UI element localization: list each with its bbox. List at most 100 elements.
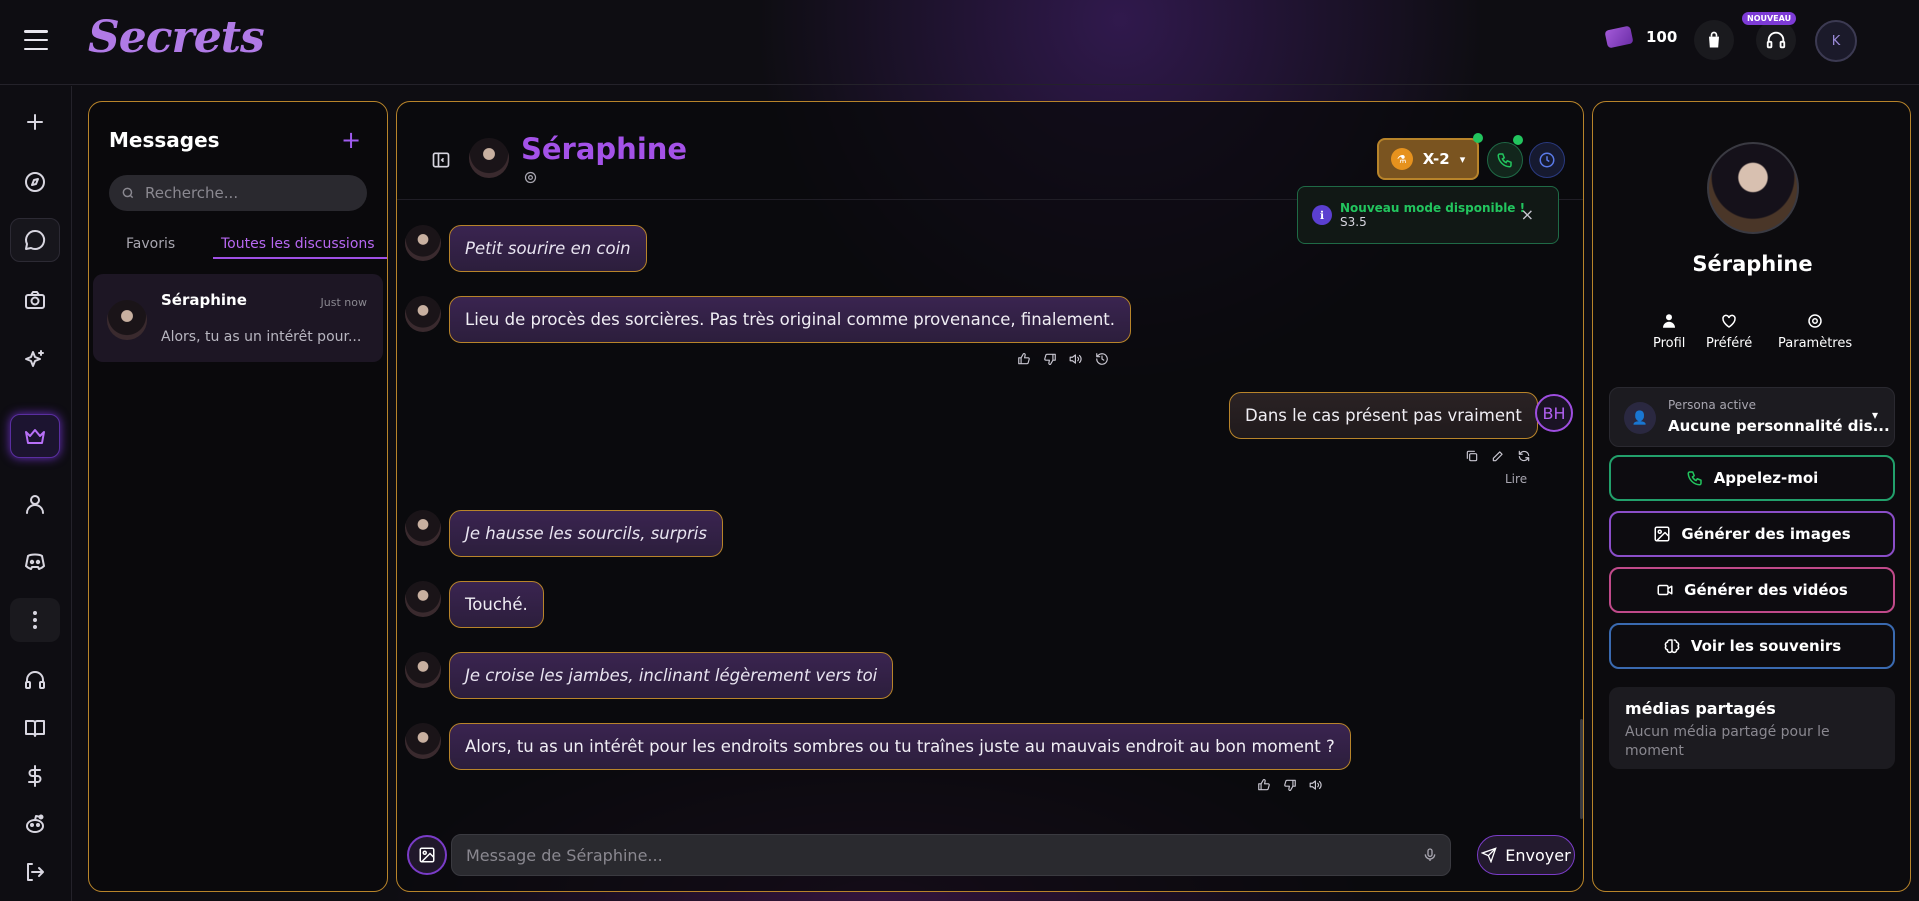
premium-nav[interactable] bbox=[10, 414, 60, 458]
thumbs-up-icon[interactable] bbox=[1257, 778, 1271, 792]
favorite-link[interactable]: Préféré bbox=[1706, 312, 1752, 351]
logout-nav[interactable] bbox=[10, 850, 60, 894]
character-settings-button[interactable] bbox=[523, 170, 538, 189]
discord-nav[interactable] bbox=[10, 540, 60, 584]
app-logo[interactable]: Secrets bbox=[88, 12, 265, 63]
chat-panel: Séraphine ⚗ X-2 ▾ ℹ Nouveau mode disponi… bbox=[396, 101, 1584, 892]
reddit-nav[interactable] bbox=[10, 802, 60, 846]
search-input[interactable]: Recherche... bbox=[109, 175, 367, 211]
edit-icon[interactable] bbox=[1491, 449, 1505, 463]
character-avatar[interactable] bbox=[469, 138, 509, 178]
conversation-name: Séraphine bbox=[161, 291, 247, 309]
image-plus-icon bbox=[1654, 526, 1670, 542]
gems-balance[interactable]: 100 bbox=[1604, 25, 1677, 49]
user-message-actions bbox=[1465, 449, 1531, 463]
explore-nav[interactable] bbox=[10, 160, 60, 204]
character-name: Séraphine bbox=[521, 132, 688, 166]
gem-icon bbox=[1604, 25, 1634, 49]
message-row: Touché. bbox=[405, 581, 544, 628]
history-icon[interactable] bbox=[1095, 352, 1109, 366]
chevron-down-icon: ▾ bbox=[1871, 408, 1878, 422]
persona-avatar-icon: 👤 bbox=[1624, 402, 1656, 434]
read-status[interactable]: Lire bbox=[1505, 472, 1527, 486]
message-actions bbox=[1257, 778, 1323, 792]
thumbs-down-icon[interactable] bbox=[1043, 352, 1057, 366]
menu-icon[interactable] bbox=[24, 30, 48, 50]
message-bubble: Lieu de procès des sorcières. Pas très o… bbox=[449, 296, 1132, 343]
brain-icon bbox=[1664, 639, 1680, 654]
persona-selector[interactable]: 👤 Persona active Aucune personnalité dis… bbox=[1609, 387, 1895, 447]
new-chat-nav[interactable] bbox=[10, 100, 60, 144]
user-message-row: Dans le cas présent pas vraiment bbox=[1229, 392, 1538, 439]
toggle-sidebar-button[interactable] bbox=[431, 150, 451, 174]
shop-button[interactable] bbox=[1694, 20, 1734, 60]
support-button[interactable] bbox=[1756, 20, 1796, 60]
message-row: Petit sourire en coin bbox=[405, 225, 647, 272]
crown-icon bbox=[25, 429, 45, 444]
profile-nav[interactable] bbox=[10, 482, 60, 526]
generate-videos-button[interactable]: Générer des vidéos bbox=[1609, 567, 1895, 613]
generate-images-button[interactable]: Générer des images bbox=[1609, 511, 1895, 557]
copy-icon[interactable] bbox=[1465, 449, 1479, 463]
refresh-icon[interactable] bbox=[1517, 449, 1531, 463]
microphone-icon[interactable] bbox=[1422, 847, 1438, 863]
clock-icon bbox=[1539, 152, 1555, 168]
chat-nav[interactable] bbox=[10, 218, 60, 262]
thumbs-down-icon[interactable] bbox=[1283, 778, 1297, 792]
ai-nav[interactable] bbox=[10, 338, 60, 382]
thumbs-up-icon[interactable] bbox=[1017, 352, 1031, 366]
call-button[interactable] bbox=[1487, 142, 1523, 178]
shared-media: médias partagés Aucun média partagé pour… bbox=[1609, 687, 1895, 769]
compass-icon bbox=[25, 172, 45, 192]
close-icon[interactable]: × bbox=[1521, 205, 1534, 224]
online-dot bbox=[1473, 133, 1483, 143]
tab-all-discussions[interactable]: Toutes les discussions bbox=[221, 236, 375, 252]
plus-icon: + bbox=[341, 126, 362, 154]
send-label: Envoyer bbox=[1505, 845, 1571, 865]
message-avatar bbox=[405, 723, 441, 759]
new-badge: NOUVEAU bbox=[1742, 12, 1797, 25]
more-nav[interactable] bbox=[10, 598, 60, 642]
dollar-icon bbox=[28, 765, 42, 787]
search-icon bbox=[122, 187, 134, 199]
sparkles-icon bbox=[25, 350, 44, 367]
message-input[interactable]: Message de Séraphine... bbox=[451, 834, 1451, 876]
settings-link[interactable]: Paramètres bbox=[1778, 312, 1852, 351]
history-button[interactable] bbox=[1529, 142, 1565, 178]
speaker-icon[interactable] bbox=[1309, 778, 1323, 792]
message-avatar bbox=[405, 225, 441, 261]
message-avatar bbox=[405, 581, 441, 617]
message-row: Alors, tu as un intérêt pour les endroit… bbox=[405, 723, 1351, 770]
tab-favoris[interactable]: Favoris bbox=[126, 236, 175, 252]
memories-button[interactable]: Voir les souvenirs bbox=[1609, 623, 1895, 669]
message-bubble: Alors, tu as un intérêt pour les endroit… bbox=[449, 723, 1351, 770]
camera-nav[interactable] bbox=[10, 278, 60, 322]
generate-images-label: Générer des images bbox=[1681, 525, 1851, 543]
chat-scrollbar[interactable] bbox=[1580, 719, 1583, 819]
headset-icon bbox=[25, 671, 45, 689]
profile-avatar[interactable] bbox=[1707, 142, 1799, 234]
pricing-nav[interactable] bbox=[10, 754, 60, 798]
conversation-item[interactable]: Séraphine Just now Alors, tu as un intér… bbox=[93, 274, 383, 362]
conversation-tabs: Favoris Toutes les discussions bbox=[89, 224, 389, 260]
guide-nav[interactable] bbox=[10, 706, 60, 750]
logout-icon bbox=[27, 863, 44, 881]
message-bubble: Touché. bbox=[449, 581, 544, 628]
message-row: Lieu de procès des sorcières. Pas très o… bbox=[405, 296, 1132, 343]
call-me-button[interactable]: Appelez-moi bbox=[1609, 455, 1895, 501]
profile-link[interactable]: Profil bbox=[1653, 312, 1685, 351]
sidebar-collapse-icon bbox=[432, 152, 450, 168]
send-button[interactable]: Envoyer bbox=[1477, 835, 1575, 875]
message-actions bbox=[1017, 352, 1109, 366]
user-avatar[interactable]: K bbox=[1815, 20, 1857, 62]
attach-image-button[interactable] bbox=[407, 835, 447, 875]
gear-icon bbox=[524, 171, 537, 184]
new-message-button[interactable]: + bbox=[341, 126, 361, 154]
message-row: Je croise les jambes, inclinant légèreme… bbox=[405, 652, 894, 699]
toast-subtitle: S3.5 bbox=[1340, 215, 1367, 229]
support-nav[interactable] bbox=[10, 658, 60, 702]
model-selector[interactable]: ⚗ X-2 ▾ bbox=[1377, 138, 1479, 180]
conversation-preview: Alors, tu as un intérêt pour... bbox=[161, 329, 362, 345]
persona-label: Persona active bbox=[1668, 398, 1756, 412]
speaker-icon[interactable] bbox=[1069, 352, 1083, 366]
